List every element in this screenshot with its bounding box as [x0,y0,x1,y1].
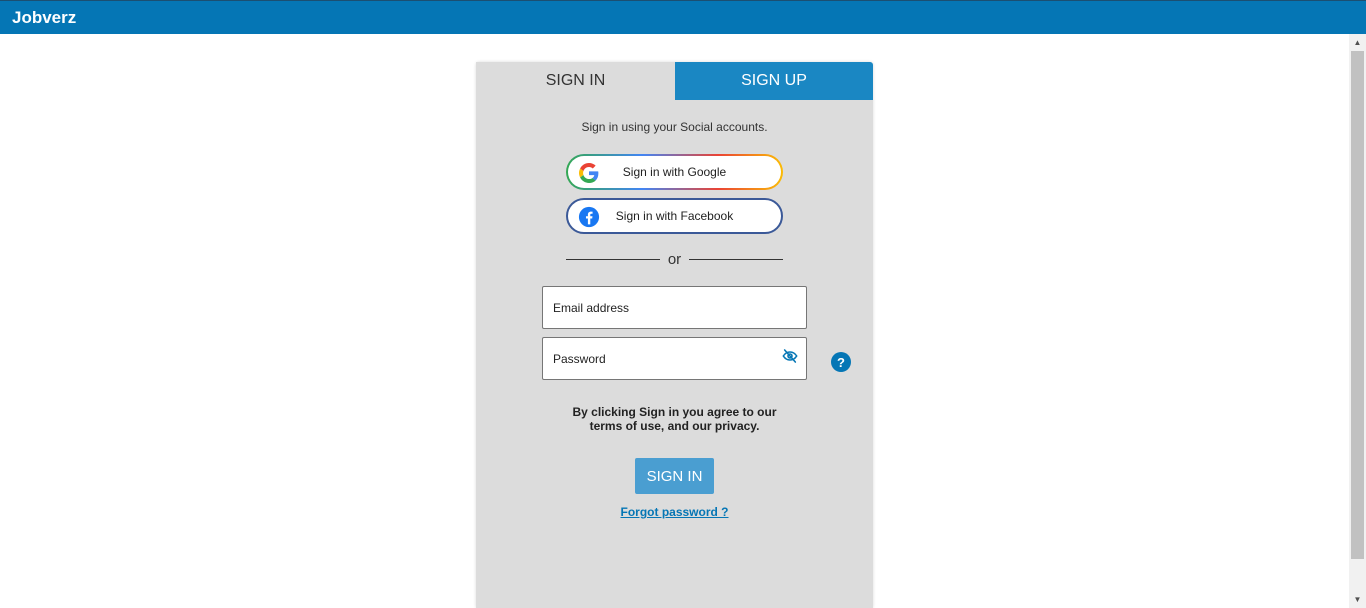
brand-logo[interactable]: Jobverz [12,8,76,28]
toggle-password-visibility-icon[interactable] [782,348,798,364]
forgot-password-link[interactable]: Forgot password ? [476,505,873,519]
terms-agreement: By clicking Sign in you agree to our ter… [476,405,873,433]
email-field[interactable] [542,286,807,329]
auth-panel: SIGN IN SIGN UP Sign in using your Socia… [476,62,873,608]
google-icon [578,162,600,184]
scroll-down-arrow-icon[interactable]: ▼ [1349,591,1366,608]
facebook-icon [578,206,600,228]
vertical-scrollbar[interactable]: ▲ ▼ [1349,34,1366,608]
or-divider: or [566,250,783,270]
scroll-up-arrow-icon[interactable]: ▲ [1349,34,1366,51]
auth-tabs: SIGN IN SIGN UP [476,62,873,100]
google-sign-in-button[interactable]: Sign in with Google [566,154,783,190]
terms-line-2: terms of use, and our privacy. [589,419,760,433]
tab-sign-up[interactable]: SIGN UP [675,62,873,100]
facebook-sign-in-button[interactable]: Sign in with Facebook [566,198,783,234]
facebook-button-label: Sign in with Facebook [615,209,734,223]
password-input[interactable] [543,338,806,379]
terms-line-1: By clicking Sign in you agree to our [572,405,777,419]
divider-line-right [689,259,783,260]
email-input[interactable] [543,287,806,328]
top-bar: Jobverz [0,0,1366,34]
social-caption: Sign in using your Social accounts. [581,120,768,134]
scroll-thumb[interactable] [1351,51,1364,559]
google-button-label: Sign in with Google [622,165,727,179]
sign-in-button[interactable]: SIGN IN [635,458,714,494]
tab-sign-in[interactable]: SIGN IN [476,62,675,100]
password-field[interactable] [542,337,807,380]
help-icon[interactable]: ? [831,352,851,372]
